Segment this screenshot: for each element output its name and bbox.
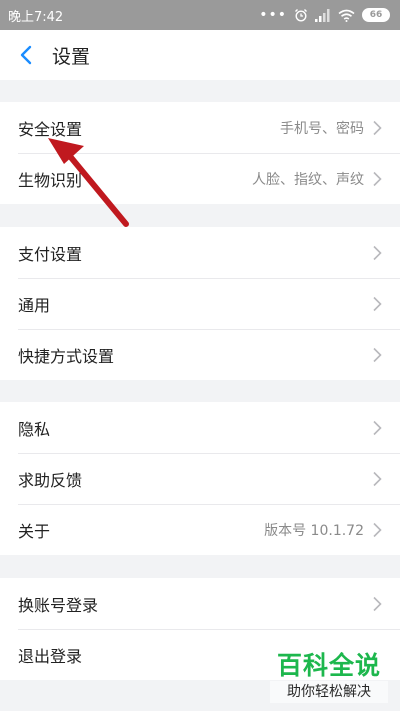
- row-label: 安全设置: [18, 119, 83, 139]
- row-help-feedback[interactable]: 求助反馈: [0, 453, 400, 504]
- row-biometrics[interactable]: 生物识别 人脸、指纹、声纹: [0, 153, 400, 204]
- row-label: 通用: [18, 295, 51, 315]
- chevron-right-icon: [373, 171, 382, 186]
- back-arrow-icon: [20, 45, 32, 65]
- back-button[interactable]: [0, 30, 52, 80]
- settings-group-info: 隐私 求助反馈 关于 版本号 10.1.72: [0, 402, 400, 555]
- row-label: 生物识别: [18, 170, 83, 190]
- chevron-right-icon: [373, 120, 382, 135]
- status-bar: 晚上7:42 ••• 66: [0, 0, 400, 30]
- row-about[interactable]: 关于 版本号 10.1.72: [0, 504, 400, 555]
- watermark-title: 百科全说: [276, 651, 381, 680]
- row-label: 快捷方式设置: [18, 346, 115, 366]
- status-icons: ••• 66: [259, 8, 390, 22]
- row-label: 换账号登录: [18, 595, 99, 615]
- settings-group-general: 支付设置 通用 快捷方式设置: [0, 227, 400, 380]
- row-label: 求助反馈: [18, 470, 83, 490]
- nav-header: 设置: [0, 30, 400, 80]
- row-label: 隐私: [18, 419, 51, 439]
- chevron-right-icon: [373, 522, 382, 537]
- chevron-right-icon: [373, 245, 382, 260]
- status-dots: •••: [259, 7, 287, 23]
- row-hint: 人脸、指纹、声纹: [252, 171, 364, 188]
- row-general[interactable]: 通用: [0, 278, 400, 329]
- row-label: 支付设置: [18, 244, 83, 264]
- battery-icon: 66: [362, 8, 390, 22]
- settings-group-account: 安全设置 手机号、密码 生物识别 人脸、指纹、声纹: [0, 102, 400, 204]
- row-payment-settings[interactable]: 支付设置: [0, 227, 400, 278]
- alarm-icon: [295, 9, 307, 22]
- row-hint: 手机号、密码: [280, 120, 364, 137]
- row-shortcut-settings[interactable]: 快捷方式设置: [0, 329, 400, 380]
- signal-icon: [315, 8, 330, 22]
- chevron-right-icon: [373, 471, 382, 486]
- page-title: 设置: [52, 45, 91, 68]
- watermark-logo: 百科全说 助你轻松解决: [270, 651, 388, 707]
- row-label: 退出登录: [18, 646, 83, 666]
- watermark-subtitle: 助你轻松解决: [270, 681, 388, 703]
- chevron-right-icon: [373, 596, 382, 611]
- chevron-right-icon: [373, 296, 382, 311]
- chevron-right-icon: [373, 420, 382, 435]
- row-security-settings[interactable]: 安全设置 手机号、密码: [0, 102, 400, 153]
- row-privacy[interactable]: 隐私: [0, 402, 400, 453]
- row-switch-account[interactable]: 换账号登录: [0, 578, 400, 629]
- wifi-icon: [338, 9, 355, 22]
- status-time: 晚上7:42: [8, 9, 64, 25]
- version-text: 版本号 10.1.72: [264, 522, 364, 539]
- row-label: 关于: [18, 521, 51, 541]
- chevron-right-icon: [373, 347, 382, 362]
